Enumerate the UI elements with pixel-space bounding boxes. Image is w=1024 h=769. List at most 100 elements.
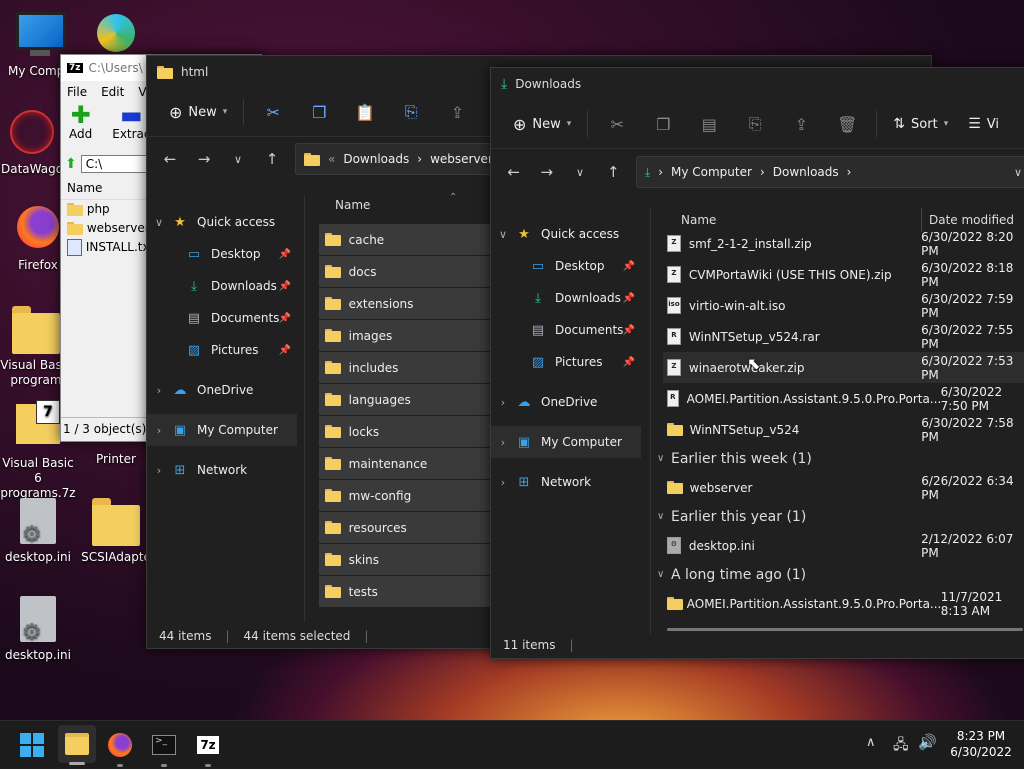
desktop-icon-desktop-ini-1[interactable]: desktop.ini [0,498,78,565]
file-row-hovered[interactable]: Zwinaerotweaker.zip 6/30/2022 7:53 PM [663,352,1024,383]
downloads-explorer-window[interactable]: ⤓ Downloads ⊕ New ▾ ✂ ❐ ▤ ⎘ ⇪ 🗑 ⇅ Sort ▾ ☰ Vi… [490,67,1024,659]
nav-documents[interactable]: ▤ Documents 📌 [147,302,297,334]
nav-network[interactable]: › ⊞ Network [147,454,297,486]
paste-icon[interactable]: ▤ [697,112,721,136]
breadcrumb-item[interactable]: webserver [430,152,493,166]
forward-arrow-icon[interactable]: → [530,163,563,181]
nav-downloads[interactable]: ⤓ Downloads 📌 [147,270,297,302]
nav-my-computer[interactable]: › ▣ My Computer [491,426,641,458]
list-item[interactable]: cache [319,224,499,256]
list-item[interactable]: images [319,320,499,352]
menu-edit[interactable]: Edit [101,85,124,99]
desktop-icon-label: Printer [96,452,136,466]
desktop-icon-scsiadapter[interactable]: SCSIAdapte [76,498,156,565]
extract-button[interactable]: ▬ Extrac [112,103,150,141]
file-row[interactable]: iso virtio-win-alt.iso 6/30/2022 7:59 PM [663,290,1024,321]
up-arrow-icon[interactable]: ↑ [255,150,289,168]
nav-onedrive[interactable]: › ☁ OneDrive [491,386,641,418]
running-indicator [117,764,123,767]
list-item[interactable]: maintenance [319,448,499,480]
new-button[interactable]: ⊕ New ▾ [503,109,581,140]
breadcrumb-item[interactable]: Downloads [343,152,409,166]
recent-chevron-icon[interactable]: ∨ [563,166,596,179]
share-icon[interactable]: ⇪ [789,112,813,136]
list-item[interactable]: includes [319,352,499,384]
share-icon[interactable]: ⇪ [445,100,469,124]
network-tray-icon[interactable]: 🖧 [893,734,909,758]
paste-icon[interactable]: 📋 [353,100,377,124]
taskbar-7zip[interactable]: 7z [192,729,224,767]
cut-icon[interactable]: ✂ [261,100,285,124]
file-row[interactable]: WinNTSetup_v524 6/30/2022 7:58 PM [663,414,1024,445]
datawagon-icon [8,110,56,158]
list-item[interactable]: mw-config [319,480,499,512]
html-nav-divider [304,196,305,622]
col-name[interactable]: Name [681,213,716,227]
html-col-name[interactable]: Name [335,198,370,212]
cut-icon[interactable]: ✂ [605,112,629,136]
plus-circle-icon: ⊕ [169,102,183,122]
desktop-icon-desktop-ini-2[interactable]: desktop.ini [0,596,78,663]
list-item[interactable]: docs [319,256,499,288]
horizontal-scrollbar[interactable] [667,628,1023,631]
nav-documents[interactable]: ▤ Documents 📌 [491,314,641,346]
downloads-breadcrumb[interactable]: ⤓ › My Computer › Downloads › ∨ [635,156,1024,188]
up-folder-icon[interactable]: ⬆ [65,156,77,172]
add-button[interactable]: ✚ Add [69,103,92,141]
list-item[interactable]: skins [319,544,499,576]
recent-chevron-icon[interactable]: ∨ [221,153,255,166]
nav-desktop[interactable]: ▭ Desktop 📌 [147,238,297,270]
nav-my-computer[interactable]: › ▣ My Computer [147,414,297,446]
taskbar-terminal[interactable]: >_ [148,729,180,767]
copy-icon[interactable]: ❐ [307,100,331,124]
rename-icon[interactable]: ⎘ [743,112,767,136]
downloads-titlebar[interactable]: ⤓ Downloads [491,68,1024,100]
list-item[interactable]: languages [319,384,499,416]
file-row[interactable]: Zsmf_2-1-2_install.zip 6/30/2022 8:20 PM [663,228,1024,259]
new-button[interactable]: ⊕ New ▾ [159,97,237,128]
nav-desktop[interactable]: ▭ Desktop 📌 [491,250,641,282]
taskbar-firefox[interactable] [104,729,136,767]
volume-icon[interactable]: 🔊 [918,733,937,751]
copy-icon[interactable]: ❐ [651,112,675,136]
list-item[interactable]: extensions [319,288,499,320]
breadcrumb-item[interactable]: My Computer [671,165,752,179]
nav-quick-access[interactable]: ∨ ★ Quick access [491,218,641,250]
clock[interactable]: 8:23 PM 6/30/2022 [944,728,1018,760]
list-item[interactable]: locks [319,416,499,448]
address-dropdown-icon[interactable]: ∨ [1014,166,1022,179]
downloads-toolbar: ⊕ New ▾ ✂ ❐ ▤ ⎘ ⇪ 🗑 ⇅ Sort ▾ ☰ Vi [491,100,1024,149]
nav-downloads[interactable]: ⤓ Downloads 📌 [491,282,641,314]
sort-button[interactable]: ⇅ Sort ▾ [883,110,958,138]
group-header-year[interactable]: ∨ Earlier this year (1) [657,503,1024,530]
list-item[interactable]: resources [319,512,499,544]
file-row[interactable]: Z CVMPortaWiki (USE THIS ONE).zip 6/30/202… [663,259,1024,290]
menu-file[interactable]: File [67,85,87,99]
sevenzip-logo-icon: 7z [197,736,219,754]
rename-icon[interactable]: ⎘ [399,100,423,124]
taskbar-file-explorer[interactable] [58,725,96,765]
file-row[interactable]: webserver 6/26/2022 6:34 PM [663,472,1024,503]
back-arrow-icon[interactable]: ← [153,150,187,168]
group-header-week[interactable]: ∨ Earlier this week (1) [657,445,1024,472]
nav-onedrive[interactable]: › ☁ OneDrive [147,374,297,406]
col-date[interactable]: Date modified [929,213,1014,227]
up-arrow-icon[interactable]: ↑ [597,163,630,181]
view-button[interactable]: ☰ Vi [958,110,1009,138]
breadcrumb-item[interactable]: Downloads [773,165,839,179]
group-header-old[interactable]: ∨ A long time ago (1) [657,561,1024,588]
nav-quick-access[interactable]: ∨ ★ Quick access [147,206,297,238]
tray-overflow-chevron-icon[interactable]: ∧ [866,735,876,750]
file-row[interactable]: AOMEI.Partition.Assistant.9.5.0.Pro.Port… [663,588,1024,619]
list-item[interactable]: tests [319,576,499,608]
back-arrow-icon[interactable]: ← [497,163,530,181]
file-row[interactable]: ⚙ desktop.ini 2/12/2022 6:07 PM [663,530,1024,561]
file-row[interactable]: R AOMEI.Partition.Assistant.9.5.0.Pro.Por… [663,383,1024,414]
nav-pictures[interactable]: ▨ Pictures 📌 [491,346,641,378]
file-row[interactable]: R WinNTSetup_v524.rar 6/30/2022 7:55 PM [663,321,1024,352]
forward-arrow-icon[interactable]: → [187,150,221,168]
delete-icon[interactable]: 🗑 [835,112,859,136]
nav-network[interactable]: › ⊞ Network [491,466,641,498]
start-button[interactable] [16,729,48,761]
nav-pictures[interactable]: ▨ Pictures 📌 [147,334,297,366]
